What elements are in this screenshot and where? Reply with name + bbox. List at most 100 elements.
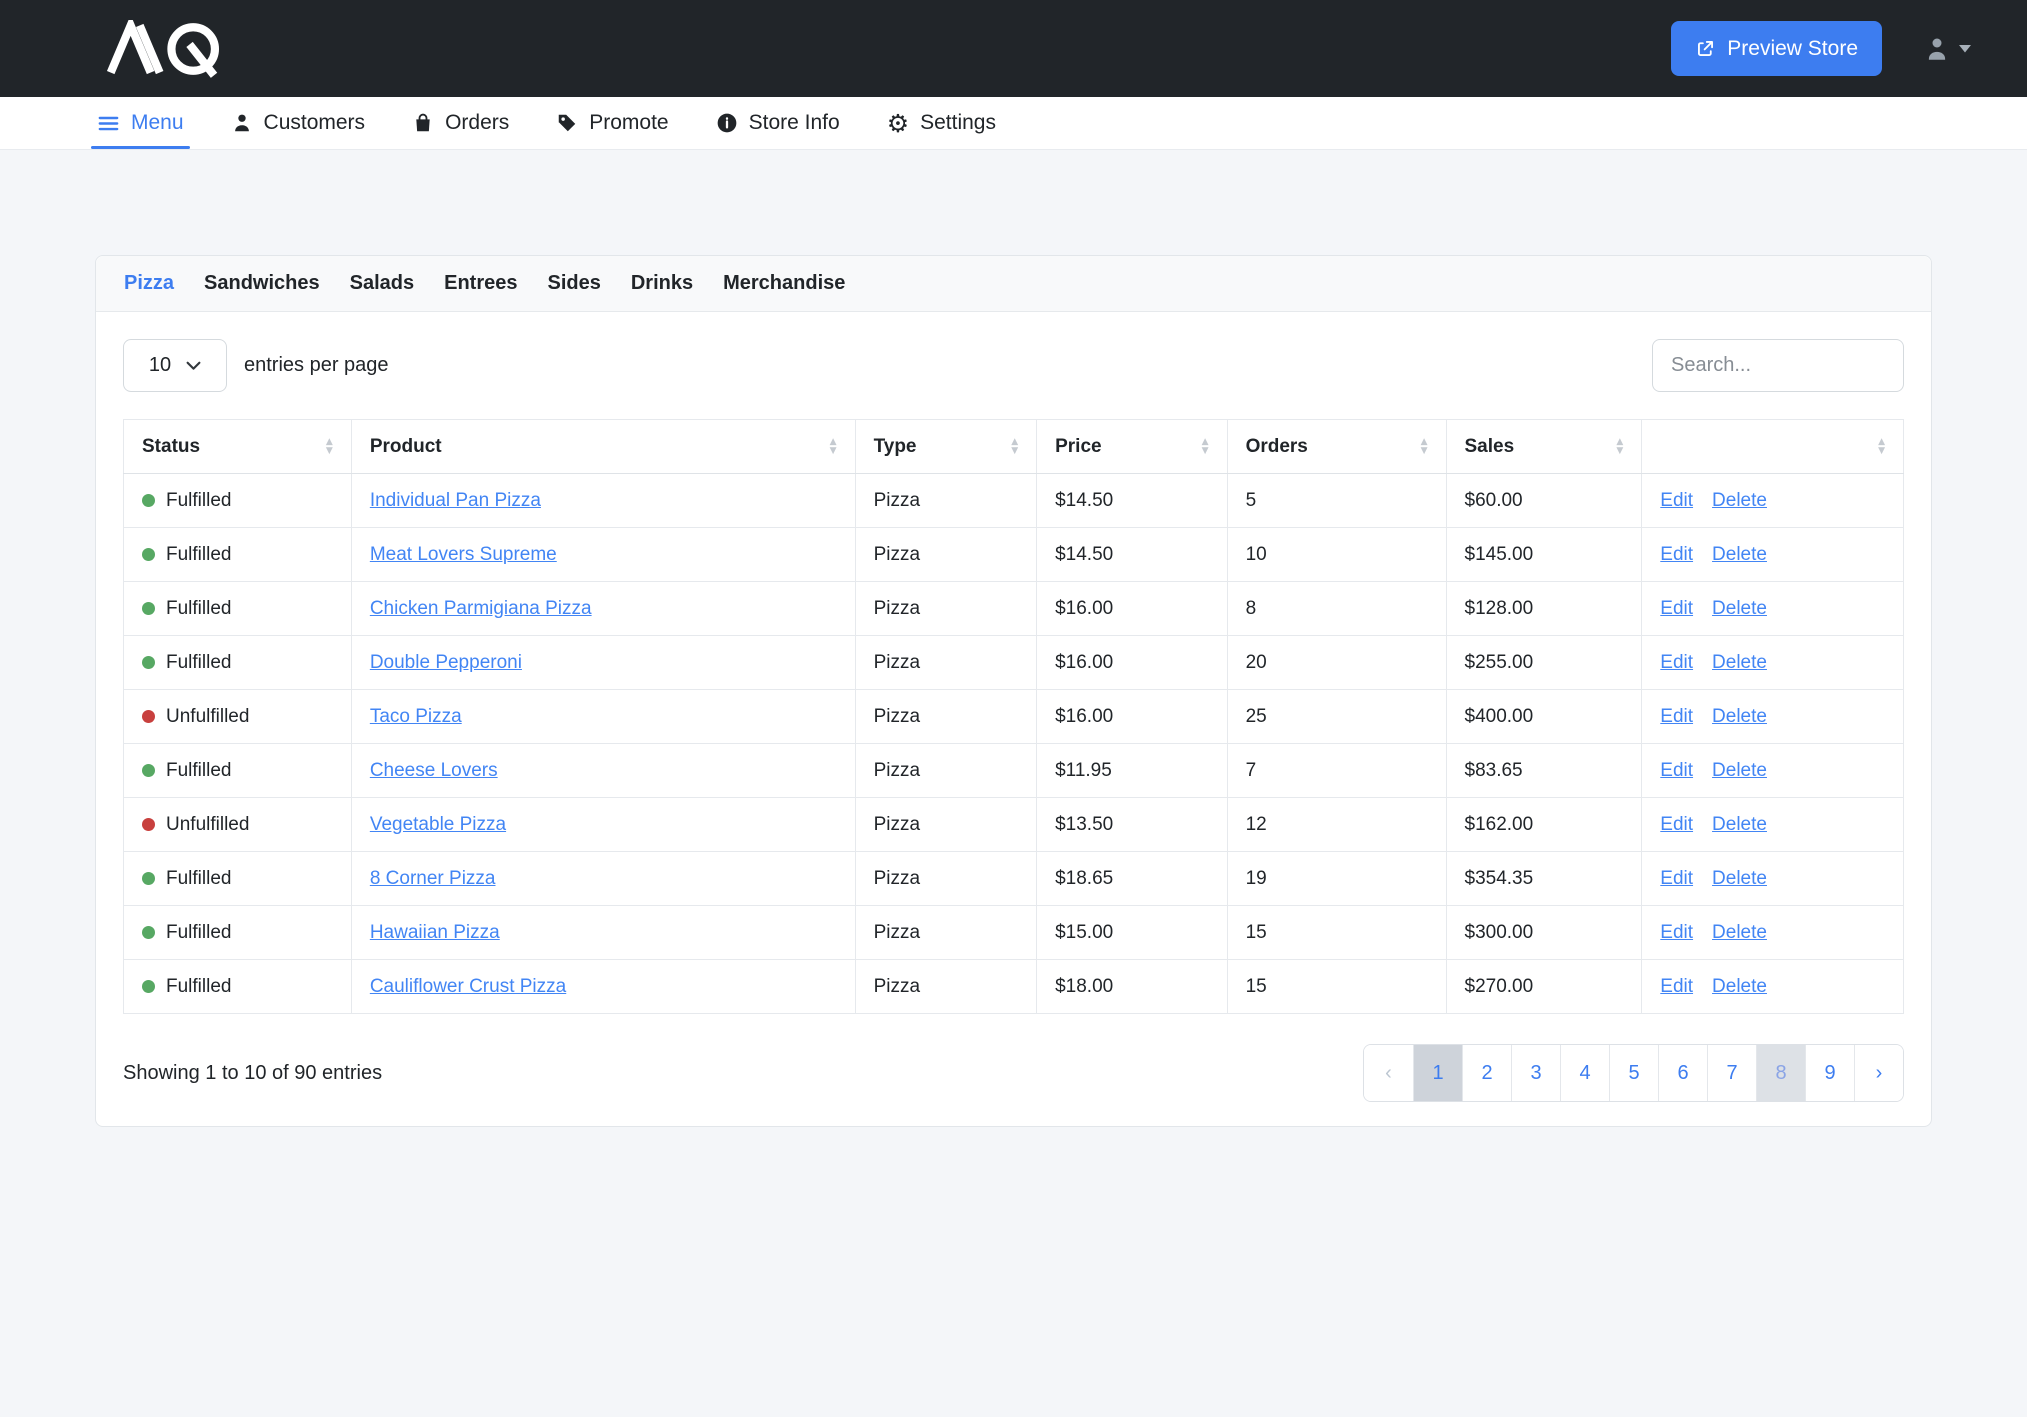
edit-link[interactable]: Edit bbox=[1660, 706, 1693, 727]
search-input[interactable] bbox=[1652, 339, 1904, 392]
pagination-page-5[interactable]: 5 bbox=[1609, 1045, 1658, 1101]
nav-item-label: Settings bbox=[920, 111, 996, 135]
tag-icon bbox=[556, 112, 578, 134]
column-label: Type bbox=[874, 436, 917, 458]
pagination-page-7[interactable]: 7 bbox=[1707, 1045, 1756, 1101]
sort-asc-icon: ▲ bbox=[1202, 438, 1209, 446]
caret-down-icon bbox=[1959, 40, 1971, 58]
delete-link[interactable]: Delete bbox=[1712, 760, 1767, 781]
sort-asc-icon: ▲ bbox=[1878, 438, 1885, 446]
orders-cell: 15 bbox=[1227, 960, 1446, 1014]
sort-icon: ▲▼ bbox=[1616, 438, 1623, 455]
nav-item-promote[interactable]: Promote bbox=[556, 97, 668, 149]
user-menu[interactable] bbox=[1922, 34, 1971, 64]
product-link[interactable]: Taco Pizza bbox=[370, 706, 462, 727]
status-dot-icon bbox=[142, 602, 155, 615]
edit-link[interactable]: Edit bbox=[1660, 652, 1693, 673]
delete-link[interactable]: Delete bbox=[1712, 652, 1767, 673]
tab-salads[interactable]: Salads bbox=[350, 272, 414, 295]
pagination-page-9[interactable]: 9 bbox=[1805, 1045, 1854, 1101]
edit-link[interactable]: Edit bbox=[1660, 814, 1693, 835]
tab-merchandise[interactable]: Merchandise bbox=[723, 272, 845, 295]
product-sales: $300.00 bbox=[1465, 922, 1534, 943]
product-link[interactable]: Vegetable Pizza bbox=[370, 814, 506, 835]
pagination-page-1[interactable]: 1 bbox=[1413, 1045, 1462, 1101]
info-icon bbox=[716, 112, 738, 134]
status-cell: Fulfilled bbox=[124, 528, 352, 582]
column-header-actions[interactable]: ▲▼ bbox=[1642, 420, 1904, 474]
nav-item-menu[interactable]: Menu bbox=[97, 97, 184, 149]
edit-link[interactable]: Edit bbox=[1660, 490, 1693, 511]
category-tabs: Pizza Sandwiches Salads Entrees Sides Drinks M… bbox=[96, 256, 1931, 312]
sort-desc-icon: ▼ bbox=[1011, 447, 1018, 455]
column-header-product[interactable]: Product▲▼ bbox=[351, 420, 855, 474]
product-price: $16.00 bbox=[1055, 652, 1113, 673]
tab-pizza[interactable]: Pizza bbox=[124, 272, 174, 295]
edit-link[interactable]: Edit bbox=[1660, 868, 1693, 889]
product-link[interactable]: Meat Lovers Supreme bbox=[370, 544, 557, 565]
status-dot-icon bbox=[142, 710, 155, 723]
pagination-page-4[interactable]: 4 bbox=[1560, 1045, 1609, 1101]
column-header-type[interactable]: Type ▲▼ bbox=[855, 420, 1037, 474]
sort-asc-icon: ▲ bbox=[1011, 438, 1018, 446]
column-header-price[interactable]: Price▲▼ bbox=[1037, 420, 1227, 474]
tab-sandwiches[interactable]: Sandwiches bbox=[204, 272, 320, 295]
column-header-inner: Price▲▼ bbox=[1055, 436, 1208, 458]
column-header-sales[interactable]: Sales▲▼ bbox=[1446, 420, 1642, 474]
status-badge: Fulfilled bbox=[142, 544, 333, 566]
column-header-orders[interactable]: Orders▲▼ bbox=[1227, 420, 1446, 474]
status-badge: Fulfilled bbox=[142, 652, 333, 674]
product-link[interactable]: Hawaiian Pizza bbox=[370, 922, 500, 943]
column-label: Orders bbox=[1246, 436, 1308, 458]
sort-icon: ▲▼ bbox=[830, 438, 837, 455]
product-orders: 8 bbox=[1246, 598, 1257, 619]
product-type: Pizza bbox=[874, 760, 920, 781]
product-cell: Vegetable Pizza bbox=[351, 798, 855, 852]
pagination-page-8[interactable]: 8 bbox=[1756, 1045, 1805, 1101]
delete-link[interactable]: Delete bbox=[1712, 814, 1767, 835]
sales-cell: $354.35 bbox=[1446, 852, 1642, 906]
edit-link[interactable]: Edit bbox=[1660, 598, 1693, 619]
pagination-next-button[interactable]: › bbox=[1854, 1045, 1903, 1101]
entries-per-page: 10 entries per page bbox=[123, 339, 389, 392]
pagination-prev-button[interactable]: ‹ bbox=[1364, 1045, 1413, 1101]
delete-link[interactable]: Delete bbox=[1712, 706, 1767, 727]
edit-link[interactable]: Edit bbox=[1660, 760, 1693, 781]
edit-link[interactable]: Edit bbox=[1660, 922, 1693, 943]
table-row: UnfulfilledVegetable PizzaPizza$13.5012$… bbox=[124, 798, 1904, 852]
product-link[interactable]: Individual Pan Pizza bbox=[370, 490, 541, 511]
nav-item-store-info[interactable]: Store Info bbox=[716, 97, 840, 149]
nav-item-orders[interactable]: Orders bbox=[412, 97, 509, 149]
nav-item-customers[interactable]: Customers bbox=[231, 97, 366, 149]
tab-sides[interactable]: Sides bbox=[548, 272, 601, 295]
main-area: Pizza Sandwiches Salads Entrees Sides Drinks M… bbox=[0, 150, 2027, 1127]
table-row: FulfilledDouble PepperoniPizza$16.0020$2… bbox=[124, 636, 1904, 690]
entries-per-page-select[interactable]: 10 bbox=[123, 339, 227, 392]
table-row: FulfilledCauliflower Crust PizzaPizza$18… bbox=[124, 960, 1904, 1014]
delete-link[interactable]: Delete bbox=[1712, 922, 1767, 943]
product-link[interactable]: Cheese Lovers bbox=[370, 760, 498, 781]
tab-drinks[interactable]: Drinks bbox=[631, 272, 693, 295]
delete-link[interactable]: Delete bbox=[1712, 868, 1767, 889]
product-type: Pizza bbox=[874, 598, 920, 619]
product-type: Pizza bbox=[874, 652, 920, 673]
edit-link[interactable]: Edit bbox=[1660, 544, 1693, 565]
product-link[interactable]: Cauliflower Crust Pizza bbox=[370, 976, 566, 997]
column-header-status[interactable]: Status▲▼ bbox=[124, 420, 352, 474]
table-row: FulfilledChicken Parmigiana PizzaPizza$1… bbox=[124, 582, 1904, 636]
delete-link[interactable]: Delete bbox=[1712, 490, 1767, 511]
preview-store-button[interactable]: Preview Store bbox=[1671, 21, 1882, 76]
product-link[interactable]: 8 Corner Pizza bbox=[370, 868, 496, 889]
pagination-page-6[interactable]: 6 bbox=[1658, 1045, 1707, 1101]
tab-entrees[interactable]: Entrees bbox=[444, 272, 517, 295]
edit-link[interactable]: Edit bbox=[1660, 976, 1693, 997]
pagination-page-2[interactable]: 2 bbox=[1462, 1045, 1511, 1101]
product-link[interactable]: Chicken Parmigiana Pizza bbox=[370, 598, 592, 619]
delete-link[interactable]: Delete bbox=[1712, 598, 1767, 619]
pagination-page-3[interactable]: 3 bbox=[1511, 1045, 1560, 1101]
delete-link[interactable]: Delete bbox=[1712, 976, 1767, 997]
product-link[interactable]: Double Pepperoni bbox=[370, 652, 522, 673]
orders-cell: 15 bbox=[1227, 906, 1446, 960]
delete-link[interactable]: Delete bbox=[1712, 544, 1767, 565]
nav-item-settings[interactable]: ⚙Settings bbox=[887, 97, 996, 149]
